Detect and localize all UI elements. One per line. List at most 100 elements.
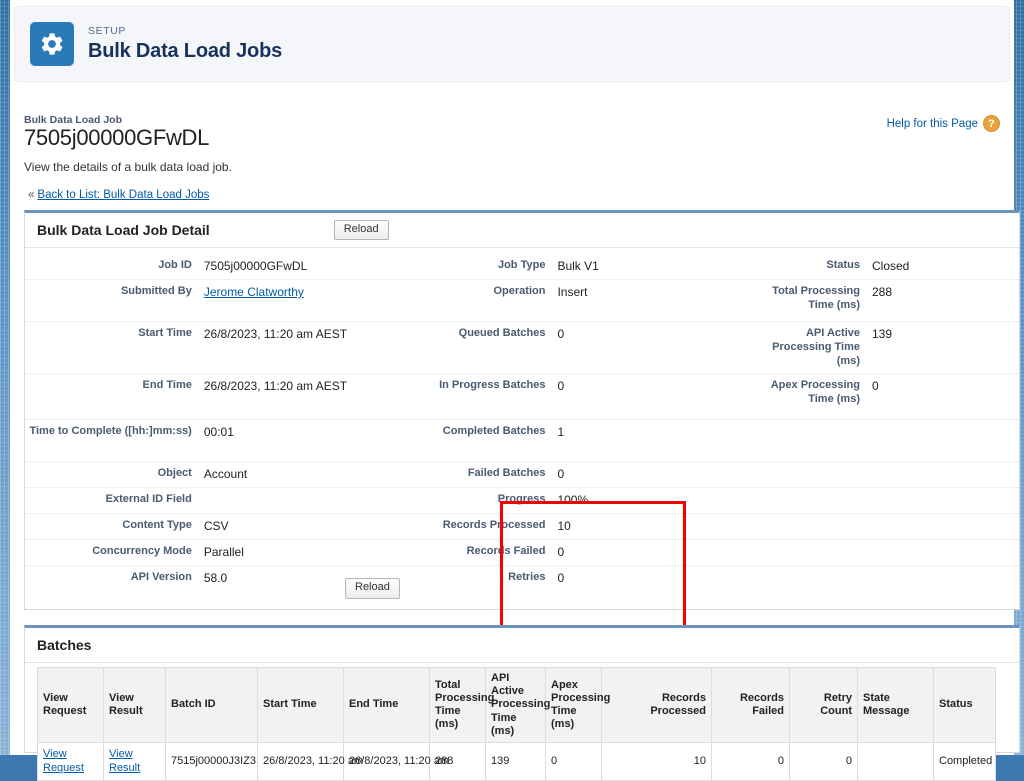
batches-panel: Batches View Request View Result Batch I… xyxy=(24,625,1020,781)
detail-field-label: Progress xyxy=(497,493,546,506)
detail-field xyxy=(755,540,1019,565)
batches-panel-header: Batches xyxy=(25,628,1019,663)
detail-field-label: Total Processing Time (ms) xyxy=(772,285,860,311)
start-time-cell: 26/8/2023, 11:20 am xyxy=(257,742,363,781)
col-retry-count[interactable]: Retry Count xyxy=(789,667,858,743)
back-to-list-link[interactable]: Back to List: Bulk Data Load Jobs xyxy=(37,189,209,201)
total-processing-time-cell: 288 xyxy=(429,742,486,781)
detail-field-label: API Version xyxy=(130,571,192,584)
col-api-active-processing-time[interactable]: API Active Processing Time (ms) xyxy=(485,667,550,743)
submitted-by-link[interactable]: Jerome Clatworthy xyxy=(204,285,304,299)
detail-field-value: 288 xyxy=(872,285,893,299)
detail-field-value: 100% xyxy=(557,493,589,508)
detail-field-value: 26/8/2023, 11:20 am AEST xyxy=(203,327,348,341)
detail-field-label: Records Failed xyxy=(466,545,546,558)
detail-field-value: 0 xyxy=(557,545,565,560)
col-end-time[interactable]: End Time xyxy=(343,667,430,743)
reload-button-bottom[interactable]: Reload xyxy=(345,578,400,599)
detail-field-value xyxy=(866,566,1019,591)
detail-row: Submitted By Jerome Clatworthy Operation In… xyxy=(25,280,1019,322)
detail-field: External ID Field xyxy=(25,488,425,513)
detail-field-value[interactable]: Jerome Clatworthy xyxy=(198,280,425,321)
detail-row: External ID Field Progress 100% xyxy=(25,488,1019,515)
col-status[interactable]: Status xyxy=(933,667,996,743)
apex-processing-time-cell: 0 xyxy=(545,742,602,781)
detail-field xyxy=(755,488,1019,513)
view-result-link[interactable]: View Result xyxy=(103,742,166,781)
col-records-failed[interactable]: Records Failed xyxy=(711,667,790,743)
detail-field-value xyxy=(198,488,425,513)
detail-field-value xyxy=(866,420,1019,461)
detail-field-label: Time to Complete ([hh:]mm:ss) xyxy=(29,425,192,438)
detail-field-label: Submitted By xyxy=(120,285,192,297)
col-batch-id[interactable]: Batch ID xyxy=(165,667,258,743)
detail-field: Total Processing Time (ms) 288 xyxy=(755,280,1019,321)
help-link-text[interactable]: Help for this Page xyxy=(887,118,978,130)
col-records-processed[interactable]: Records Processed xyxy=(601,667,712,743)
col-apex-processing-time[interactable]: Apex Processing Time (ms) xyxy=(545,667,610,743)
detail-field xyxy=(755,514,1019,539)
detail-field-label: In Progress Batches xyxy=(439,379,546,392)
detail-row: API Version 58.0 Retries 0 xyxy=(25,566,1019,591)
records-processed-cell: 10 xyxy=(601,742,712,781)
detail-field-value: 0 xyxy=(557,467,565,482)
detail-field xyxy=(755,420,1019,461)
view-request-link[interactable]: View Request xyxy=(43,748,84,774)
detail-field: Job ID 7505j00000GFwDL xyxy=(25,254,425,279)
detail-field: API Active Processing Time (ms) 139 xyxy=(755,322,1019,373)
detail-field-label: Start Time xyxy=(138,327,192,339)
col-start-time[interactable]: Start Time xyxy=(257,667,344,743)
detail-field-label: End Time xyxy=(142,379,192,392)
detail-field-label: API Active Processing Time (ms) xyxy=(772,327,860,367)
detail-field-value: 0 xyxy=(872,379,879,394)
detail-field-grid: Job ID 7505j00000GFwDL Job Type Bulk V1 Stat… xyxy=(25,248,1019,591)
back-to-list[interactable]: «Back to List: Bulk Data Load Jobs xyxy=(28,189,209,201)
detail-field-value xyxy=(866,540,1019,565)
detail-field: Records Failed 0 xyxy=(425,540,755,565)
bulk-data-load-job-detail-panel: Bulk Data Load Job Detail Reload Job ID 7… xyxy=(24,210,1020,645)
detail-field-label: Retries xyxy=(508,571,546,584)
detail-field-label: Content Type xyxy=(122,519,192,532)
col-view-request[interactable]: View Request xyxy=(37,667,104,743)
detail-field-value: 1 xyxy=(557,425,565,440)
detail-row: Job ID 7505j00000GFwDL Job Type Bulk V1 Stat… xyxy=(25,254,1019,280)
detail-field-value xyxy=(866,514,1019,539)
detail-field-label xyxy=(755,420,866,461)
col-view-result[interactable]: View Result xyxy=(103,667,166,743)
detail-field: Records Processed 10 xyxy=(425,514,755,539)
detail-field-value: 7505j00000GFwDL xyxy=(203,259,308,273)
reload-button-top[interactable]: Reload xyxy=(333,219,389,241)
detail-field-label: Operation xyxy=(493,285,546,297)
detail-field-value: 0 xyxy=(557,571,565,586)
col-total-processing-time[interactable]: Total Processing Time (ms) xyxy=(429,667,494,743)
detail-field: Submitted By Jerome Clatworthy xyxy=(25,280,425,321)
view-result-link[interactable]: View Result xyxy=(109,748,140,774)
detail-field: Progress 100% xyxy=(425,488,755,513)
question-mark-icon[interactable]: ? xyxy=(983,115,1000,132)
detail-field-value: CSV xyxy=(203,519,229,534)
detail-field: End Time 26/8/2023, 11:20 am AEST xyxy=(25,374,425,419)
detail-panel-title: Bulk Data Load Job Detail xyxy=(37,222,210,238)
batch-id-cell: 7515j00000J3IZ3 xyxy=(165,742,258,781)
batches-table-header-row: View Request View Result Batch ID Start … xyxy=(37,667,996,743)
end-time-cell: 26/8/2023, 11:20 am xyxy=(343,742,449,781)
batch-status-cell: Completed xyxy=(933,742,996,781)
detail-field: Start Time 26/8/2023, 11:20 am AEST xyxy=(25,322,425,373)
setup-eyebrow: SETUP xyxy=(88,24,127,37)
detail-field-label: Apex Processing Time (ms) xyxy=(770,379,860,405)
col-state-message[interactable]: State Message xyxy=(857,667,934,743)
help-for-this-page[interactable]: Help for this Page ? xyxy=(887,115,1000,132)
detail-row: Content Type CSV Records Processed 10 xyxy=(25,514,1019,541)
detail-field: Failed Batches 0 xyxy=(425,462,755,487)
detail-field: Content Type CSV xyxy=(25,514,425,539)
detail-row: End Time 26/8/2023, 11:20 am AEST In Progr… xyxy=(25,374,1019,421)
detail-field-value: Parallel xyxy=(203,545,244,560)
api-active-processing-time-cell: 139 xyxy=(485,742,546,781)
record-description: View the details of a bulk data load job… xyxy=(24,160,232,174)
detail-field: Object Account xyxy=(25,462,425,487)
detail-field-label: Object xyxy=(157,467,192,480)
detail-panel-header: Bulk Data Load Job Detail Reload xyxy=(25,213,1019,248)
detail-field: Completed Batches 1 xyxy=(425,420,755,461)
view-request-link[interactable]: View Request xyxy=(37,742,104,781)
detail-row: Concurrency Mode Parallel Records Failed 0 xyxy=(25,540,1019,567)
